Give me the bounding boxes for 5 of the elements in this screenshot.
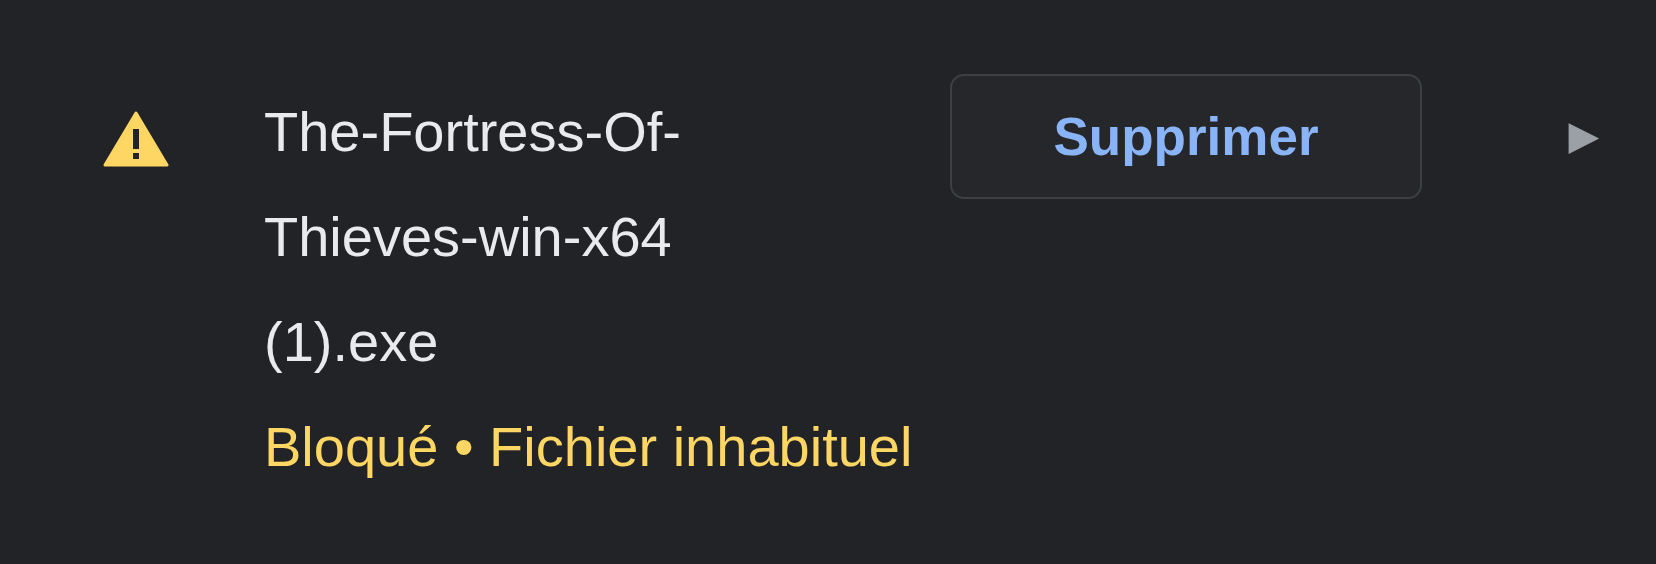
file-name: The-Fortress-Of-Thieves-win-x64 (1).exe — [264, 99, 682, 375]
status-text: Bloqué • Fichier inhabituel — [264, 414, 913, 480]
expand-button[interactable]: ▶ — [1512, 112, 1656, 158]
remove-button[interactable]: Supprimer — [950, 74, 1422, 199]
warning-icon — [103, 111, 169, 167]
